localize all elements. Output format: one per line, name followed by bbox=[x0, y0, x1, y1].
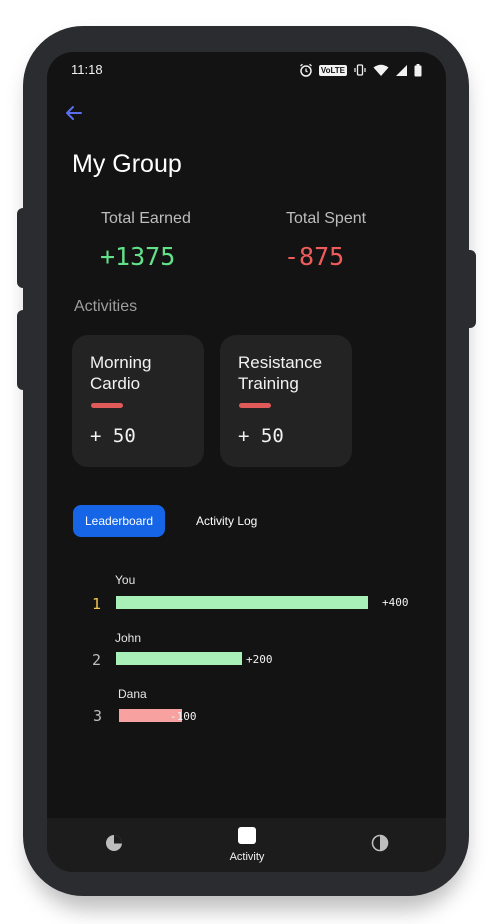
side-button-left-top bbox=[17, 208, 31, 288]
vibrate-icon bbox=[354, 64, 366, 76]
alarm-icon bbox=[299, 63, 312, 77]
activity-name: Morning Cardio bbox=[90, 353, 152, 393]
total-spent-label: Total Spent bbox=[286, 210, 367, 227]
total-earned-value: +1375 bbox=[100, 242, 176, 271]
activities-heading: Activities bbox=[74, 298, 138, 315]
status-time: 11:18 bbox=[71, 62, 103, 77]
volte-badge: VoLTE bbox=[318, 64, 347, 76]
nav-item-activity[interactable]: Activity bbox=[219, 818, 275, 872]
leaderboard-rank: 1 bbox=[92, 595, 102, 613]
nav-label-activity: Activity bbox=[229, 851, 265, 863]
activity-card[interactable]: Resistance Training + 50 bbox=[220, 335, 352, 467]
nav-item-stats[interactable] bbox=[92, 818, 136, 872]
activity-points: + 50 bbox=[238, 425, 284, 447]
signal-icon bbox=[396, 64, 407, 76]
page-title: My Group bbox=[72, 150, 182, 178]
leaderboard-bar bbox=[116, 652, 242, 665]
leaderboard-name: John bbox=[115, 631, 142, 645]
leaderboard-rank: 2 bbox=[92, 651, 102, 669]
square-icon bbox=[238, 827, 256, 844]
bottom-nav: Activity bbox=[47, 818, 446, 872]
tab-leaderboard[interactable]: Leaderboard bbox=[73, 505, 166, 537]
status-icons: VoLTE bbox=[299, 63, 422, 77]
nav-item-theme[interactable] bbox=[358, 818, 402, 872]
tab-activity-log[interactable]: Activity Log bbox=[184, 505, 269, 537]
contrast-icon bbox=[371, 834, 389, 852]
wifi-icon bbox=[373, 64, 389, 76]
leaderboard-score: +400 bbox=[382, 596, 409, 609]
activity-name: Resistance Training bbox=[238, 353, 323, 393]
pie-chart-icon bbox=[106, 835, 122, 851]
activity-card[interactable]: Morning Cardio + 50 bbox=[72, 335, 204, 467]
leaderboard-name: Dana bbox=[118, 687, 147, 701]
side-button-left-bottom bbox=[17, 310, 31, 390]
leaderboard-rank: 3 bbox=[93, 707, 103, 725]
battery-icon bbox=[414, 63, 422, 76]
back-arrow-icon[interactable] bbox=[63, 102, 85, 124]
leaderboard-name: You bbox=[115, 573, 136, 587]
total-spent-value: -875 bbox=[284, 242, 345, 271]
activity-accent-bar bbox=[239, 403, 271, 408]
screen: 11:18 VoLTE My Group Total Earned +1375 … bbox=[47, 52, 446, 872]
status-bar: 11:18 VoLTE bbox=[71, 62, 422, 80]
leaderboard-bar bbox=[116, 596, 368, 609]
leaderboard-score: -100 bbox=[170, 710, 197, 723]
activity-points: + 50 bbox=[90, 425, 136, 447]
leaderboard-score: +200 bbox=[246, 653, 273, 666]
total-earned-label: Total Earned bbox=[101, 210, 191, 227]
activity-accent-bar bbox=[91, 403, 123, 408]
side-button-right bbox=[462, 250, 476, 328]
